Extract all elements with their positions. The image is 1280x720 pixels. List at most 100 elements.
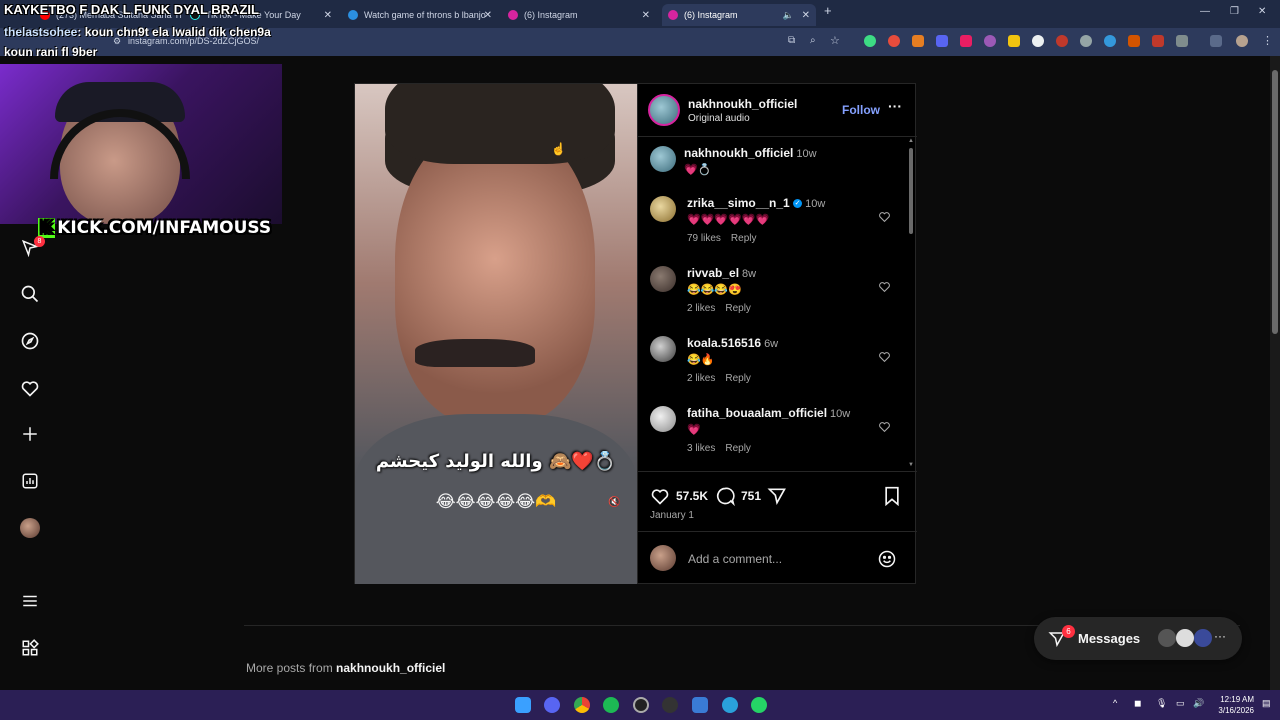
tray-app-icon[interactable]: ◼ — [1134, 698, 1141, 709]
comments-scrollbar[interactable]: ▲ ▼ — [908, 138, 914, 470]
close-tab-icon[interactable]: ✕ — [324, 10, 332, 21]
like-comment-heart-icon[interactable] — [878, 280, 891, 293]
more-menu-icon[interactable] — [19, 590, 41, 612]
reply-button[interactable]: Reply — [725, 443, 751, 454]
extension-icon[interactable] — [1056, 35, 1068, 47]
profile-avatar[interactable] — [19, 517, 41, 539]
likes-count[interactable]: 57.5K — [676, 489, 708, 503]
commenter-avatar[interactable] — [650, 266, 676, 292]
tab-search-icon[interactable] — [1210, 35, 1222, 47]
app-icon[interactable] — [662, 697, 678, 713]
close-tab-icon[interactable]: ✕ — [484, 10, 492, 21]
like-comment-heart-icon[interactable] — [878, 350, 891, 363]
tab-instagram-1[interactable]: (6) Instagram ✕ — [508, 4, 656, 26]
like-comment-heart-icon[interactable] — [878, 210, 891, 223]
reply-button[interactable]: Reply — [725, 373, 751, 384]
obs-icon[interactable] — [633, 697, 649, 713]
commenter-avatar[interactable] — [650, 146, 676, 172]
discord-icon[interactable] — [544, 697, 560, 713]
extensions-puzzle-icon[interactable] — [1176, 35, 1188, 47]
search-icon[interactable] — [19, 283, 41, 305]
tab-game-of-thrones[interactable]: Watch game of throns b lbanjo ✕ — [348, 4, 498, 26]
commenter-username[interactable]: nakhnoukh_officiel — [684, 146, 793, 160]
commenter-avatar[interactable] — [650, 406, 676, 432]
taskbar-clock[interactable]: 12:19 AM 3/16/2026 — [1208, 694, 1254, 716]
extension-icon[interactable] — [984, 35, 996, 47]
volume-icon[interactable]: 🔊 — [1193, 698, 1204, 709]
page-scrollbar[interactable] — [1270, 56, 1280, 690]
share-action[interactable] — [767, 486, 787, 506]
commenter-avatar[interactable] — [650, 196, 676, 222]
microphone-icon[interactable]: 🎙 — [1156, 698, 1167, 709]
reply-button[interactable]: Reply — [725, 303, 751, 314]
reply-button[interactable]: Reply — [731, 233, 757, 244]
bookmark-star-icon[interactable]: ☆ — [830, 34, 840, 47]
app-icon[interactable] — [692, 697, 708, 713]
tab-instagram-active[interactable]: (6) Instagram 🔈 ✕ — [662, 4, 816, 26]
extension-icon[interactable] — [936, 35, 948, 47]
extension-icon[interactable] — [888, 35, 900, 47]
comment-likes[interactable]: 79 likes — [687, 233, 721, 244]
also-from-meta-icon[interactable] — [19, 637, 41, 659]
audio-label[interactable]: Original audio — [688, 113, 797, 124]
emoji-picker-icon[interactable] — [877, 549, 897, 569]
notification-center-icon[interactable]: ▤ — [1262, 698, 1271, 709]
profile-avatar[interactable] — [1236, 35, 1248, 47]
windows-start-icon[interactable] — [515, 697, 531, 713]
comments-scroll-thumb[interactable] — [909, 148, 913, 234]
author-avatar[interactable] — [648, 94, 680, 126]
scroll-up-icon[interactable]: ▲ — [908, 138, 914, 144]
extension-icon[interactable] — [1008, 35, 1020, 47]
comment-likes[interactable]: 3 likes — [687, 443, 715, 454]
comment-likes[interactable]: 2 likes — [687, 373, 715, 384]
install-app-icon[interactable]: ⧉ — [788, 35, 795, 46]
telegram-icon[interactable] — [722, 697, 738, 713]
close-tab-icon[interactable]: ✕ — [642, 10, 650, 21]
close-tab-icon[interactable]: ✕ — [802, 10, 810, 21]
dashboard-chart-icon[interactable] — [19, 470, 41, 492]
commenter-username[interactable]: fatiha_bouaalam_officiel — [687, 406, 827, 420]
whatsapp-icon[interactable] — [751, 697, 767, 713]
comment-likes[interactable]: 2 likes — [687, 303, 715, 314]
extension-icon[interactable] — [960, 35, 972, 47]
like-comment-heart-icon[interactable] — [878, 420, 891, 433]
chrome-icon[interactable] — [574, 697, 590, 713]
bookmark-icon[interactable] — [883, 486, 901, 506]
speaker-icon[interactable]: 🔈 — [783, 10, 794, 21]
extension-icon[interactable] — [1104, 35, 1116, 47]
commenter-username[interactable]: koala.516516 — [687, 336, 761, 350]
messages-button[interactable]: 6 Messages ··· — [1034, 617, 1242, 660]
scroll-down-icon[interactable]: ▼ — [908, 462, 914, 468]
network-icon[interactable]: ▭ — [1176, 698, 1185, 709]
extension-icon[interactable] — [912, 35, 924, 47]
comment-bubble-icon[interactable] — [715, 486, 735, 506]
commenter-username[interactable]: rivvab_el — [687, 266, 739, 280]
like-action[interactable]: 57.5K — [650, 486, 708, 506]
explore-compass-icon[interactable] — [19, 330, 41, 352]
save-action[interactable] — [883, 486, 901, 506]
maximize-button[interactable]: ❐ — [1230, 6, 1239, 17]
spotify-icon[interactable] — [603, 697, 619, 713]
more-posts-username[interactable]: nakhnoukh_officiel — [336, 661, 445, 675]
more-options-button[interactable]: ··· — [888, 98, 902, 114]
extension-icon[interactable] — [1152, 35, 1164, 47]
new-tab-button[interactable]: + — [824, 3, 832, 18]
browser-menu-icon[interactable]: ⋮ — [1262, 34, 1273, 47]
page-scroll-thumb[interactable] — [1272, 70, 1278, 334]
follow-button[interactable]: Follow — [842, 103, 880, 117]
create-plus-icon[interactable] — [19, 423, 41, 445]
commenter-username[interactable]: zrika__simo__n_1 — [687, 196, 790, 210]
extension-icon[interactable] — [1128, 35, 1140, 47]
author-username[interactable]: nakhnoukh_officiel — [688, 97, 797, 111]
extension-icon[interactable] — [1080, 35, 1092, 47]
like-heart-icon[interactable] — [650, 486, 670, 506]
share-send-icon[interactable] — [767, 486, 787, 506]
comment-action[interactable]: 751 — [715, 486, 761, 506]
close-window-button[interactable]: ✕ — [1258, 6, 1266, 17]
minimize-button[interactable]: — — [1200, 6, 1210, 17]
reel-video[interactable]: والله الوليد كيحشم 🙈❤️💍 😂😂😂😂😂🫶 🔇 ☝ — [355, 84, 637, 584]
commenter-avatar[interactable] — [650, 336, 676, 362]
extension-icon[interactable] — [1032, 35, 1044, 47]
notifications-heart-icon[interactable] — [19, 377, 41, 399]
zoom-icon[interactable]: ⌕ — [810, 35, 816, 46]
